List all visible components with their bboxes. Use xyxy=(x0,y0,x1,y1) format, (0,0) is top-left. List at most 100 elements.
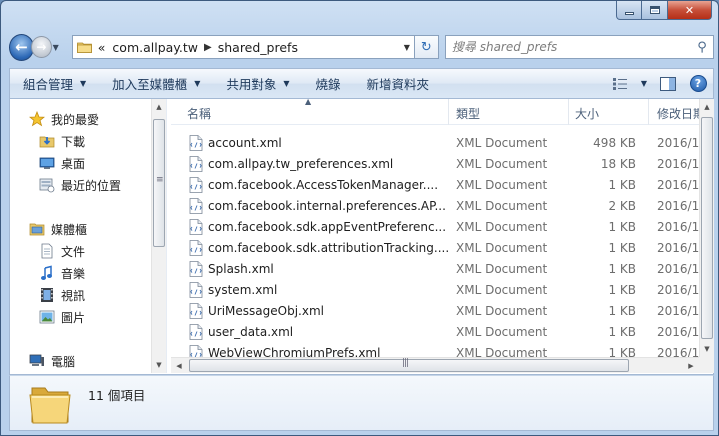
file-size-cell: 1 KB xyxy=(608,324,636,339)
nav-videos[interactable]: 視訊 xyxy=(38,285,85,305)
scroll-up-icon[interactable]: ▲ xyxy=(152,99,166,115)
address-dropdown[interactable]: ▼ xyxy=(400,43,414,52)
nav-desktop[interactable]: 桌面 xyxy=(38,153,85,173)
file-date-cell: 2016/10/ xyxy=(657,324,699,339)
file-type-cell: XML Document xyxy=(456,303,548,318)
caption-buttons: ✕ xyxy=(616,1,712,21)
organize-menu[interactable]: 組合管理 ▼ xyxy=(10,69,99,98)
toolbar-right: ▼ ? xyxy=(605,69,713,98)
file-date-cell: 2016/10/ xyxy=(657,303,699,318)
search-icon[interactable]: ⚲ xyxy=(691,40,713,55)
music-icon xyxy=(38,265,56,281)
nav-computer[interactable]: 電腦 xyxy=(28,351,75,371)
nav-documents-label: 文件 xyxy=(61,244,86,259)
table-row[interactable]: UriMessageObj.xml XML Document 1 KB 2016/10… xyxy=(171,300,699,321)
horizontal-scroll-thumb[interactable] xyxy=(189,358,629,372)
close-button[interactable]: ✕ xyxy=(668,1,712,20)
table-row[interactable]: user_data.xml XML Document 1 KB 2016/10/ xyxy=(171,321,699,342)
column-header-date[interactable]: 修改日期 xyxy=(649,99,699,125)
file-date-cell: 2016/10/ xyxy=(657,135,699,150)
file-list: ▲ 名稱 類型 大小 修改日期 account.xml XML Document 4… xyxy=(171,99,699,357)
details-view-icon xyxy=(613,77,627,90)
scroll-right-icon[interactable]: ▶ xyxy=(683,358,699,373)
address-row: ← → ▼ « com.allpay.tw ▶ shared_prefs ▼ ↻… xyxy=(9,31,714,63)
table-row[interactable]: com.facebook.internal.preferences.AP... X… xyxy=(171,195,699,216)
xml-file-icon xyxy=(189,134,203,151)
view-options-button[interactable] xyxy=(605,69,635,98)
file-type-cell: XML Document xyxy=(456,324,548,339)
new-folder-button[interactable]: 新增資料夾 xyxy=(354,69,443,98)
file-size-cell: 1 KB xyxy=(608,303,636,318)
desktop-icon xyxy=(38,155,56,171)
search-input[interactable] xyxy=(451,40,691,54)
file-size-cell: 2 KB xyxy=(608,198,636,213)
scroll-left-icon[interactable]: ◀ xyxy=(171,358,187,373)
scroll-down-icon[interactable]: ▼ xyxy=(152,357,166,373)
xml-file-icon xyxy=(189,281,203,298)
column-header-size[interactable]: 大小 xyxy=(569,99,649,125)
column-header-type[interactable]: 類型 xyxy=(449,99,569,125)
sort-ascending-icon: ▲ xyxy=(305,99,312,106)
breadcrumb-separator-icon[interactable]: ▶ xyxy=(204,42,212,53)
xml-file-icon xyxy=(189,344,203,357)
file-type-cell: XML Document xyxy=(456,177,548,192)
burn-button[interactable]: 燒錄 xyxy=(303,69,354,98)
file-name-cell: com.facebook.internal.preferences.AP... xyxy=(171,197,449,214)
file-list-scroll-thumb[interactable] xyxy=(701,117,713,339)
scroll-up-icon[interactable]: ▲ xyxy=(700,99,714,115)
breadcrumb-overflow[interactable]: « xyxy=(98,40,106,55)
table-row[interactable]: com.allpay.tw_preferences.xml XML Documen… xyxy=(171,153,699,174)
minimize-button[interactable] xyxy=(616,1,642,20)
file-size-cell: 1 KB xyxy=(608,282,636,297)
navigation-scrollbar[interactable]: ▲ ▼ xyxy=(151,99,166,373)
table-row[interactable]: com.facebook.sdk.appEventPreferenc... XML… xyxy=(171,216,699,237)
folder-icon xyxy=(29,387,71,424)
view-dropdown[interactable]: ▼ xyxy=(635,69,653,98)
nav-downloads[interactable]: 下載 xyxy=(38,131,85,151)
recent-pages-dropdown[interactable]: ▼ xyxy=(53,43,64,52)
file-type-cell: XML Document xyxy=(456,282,548,297)
table-row[interactable]: com.facebook.sdk.attributionTracking....… xyxy=(171,237,699,258)
nav-libraries[interactable]: 媒體櫃 xyxy=(28,219,87,239)
breadcrumb-item-allpay[interactable]: com.allpay.tw xyxy=(112,40,198,55)
nav-documents[interactable]: 文件 xyxy=(38,241,85,261)
file-name-cell: com.facebook.AccessTokenManager.... xyxy=(171,176,449,193)
file-name-cell: Splash.xml xyxy=(171,260,449,277)
nav-recent-places[interactable]: 最近的位置 xyxy=(38,175,121,195)
include-in-library-label: 加入至媒體櫃 xyxy=(112,77,188,92)
table-row[interactable]: Splash.xml XML Document 1 KB 2016/10/ xyxy=(171,258,699,279)
navigation-scroll-thumb[interactable] xyxy=(153,119,165,247)
help-button[interactable]: ? xyxy=(683,69,713,98)
recent-places-icon xyxy=(38,177,56,193)
address-bar[interactable]: « com.allpay.tw ▶ shared_prefs ▼ xyxy=(71,35,415,59)
nav-pictures[interactable]: 圖片 xyxy=(38,307,85,327)
include-in-library-menu[interactable]: 加入至媒體櫃 ▼ xyxy=(99,69,213,98)
help-icon: ? xyxy=(689,75,707,92)
table-row[interactable]: account.xml XML Document 498 KB 2016/10/ xyxy=(171,132,699,153)
table-row[interactable]: system.xml XML Document 1 KB 2016/10/ xyxy=(171,279,699,300)
file-list-vertical-scrollbar[interactable]: ▲ ▼ xyxy=(699,99,714,357)
scroll-down-icon[interactable]: ▼ xyxy=(700,341,714,357)
file-list-horizontal-scrollbar[interactable]: ◀ ▶ xyxy=(171,357,699,373)
nav-videos-label: 視訊 xyxy=(61,288,86,303)
preview-pane-button[interactable] xyxy=(653,69,683,98)
forward-button[interactable]: → xyxy=(31,36,52,58)
column-header-name[interactable]: ▲ 名稱 xyxy=(171,99,449,125)
table-row[interactable]: WebViewChromiumPrefs.xml XML Document 1 KB… xyxy=(171,342,699,357)
file-name: Splash.xml xyxy=(208,261,274,276)
table-row[interactable]: com.facebook.AccessTokenManager.... XML D… xyxy=(171,174,699,195)
share-with-menu[interactable]: 共用對象 ▼ xyxy=(213,69,302,98)
nav-music[interactable]: 音樂 xyxy=(38,263,85,283)
maximize-button[interactable] xyxy=(642,1,668,20)
preview-pane-icon xyxy=(660,76,676,91)
refresh-button[interactable]: ↻ xyxy=(414,35,439,59)
file-date-cell: 2016/10/ xyxy=(657,219,699,234)
file-name: com.facebook.sdk.appEventPreferenc... xyxy=(208,219,447,234)
xml-file-icon xyxy=(189,197,203,214)
xml-file-icon xyxy=(189,260,203,277)
share-with-label: 共用對象 xyxy=(226,77,277,92)
nav-favorites[interactable]: 我的最愛 xyxy=(28,109,99,129)
file-type-cell: XML Document xyxy=(456,240,548,255)
breadcrumb-item-shared-prefs[interactable]: shared_prefs xyxy=(218,40,298,55)
chevron-down-icon: ▼ xyxy=(80,79,87,88)
